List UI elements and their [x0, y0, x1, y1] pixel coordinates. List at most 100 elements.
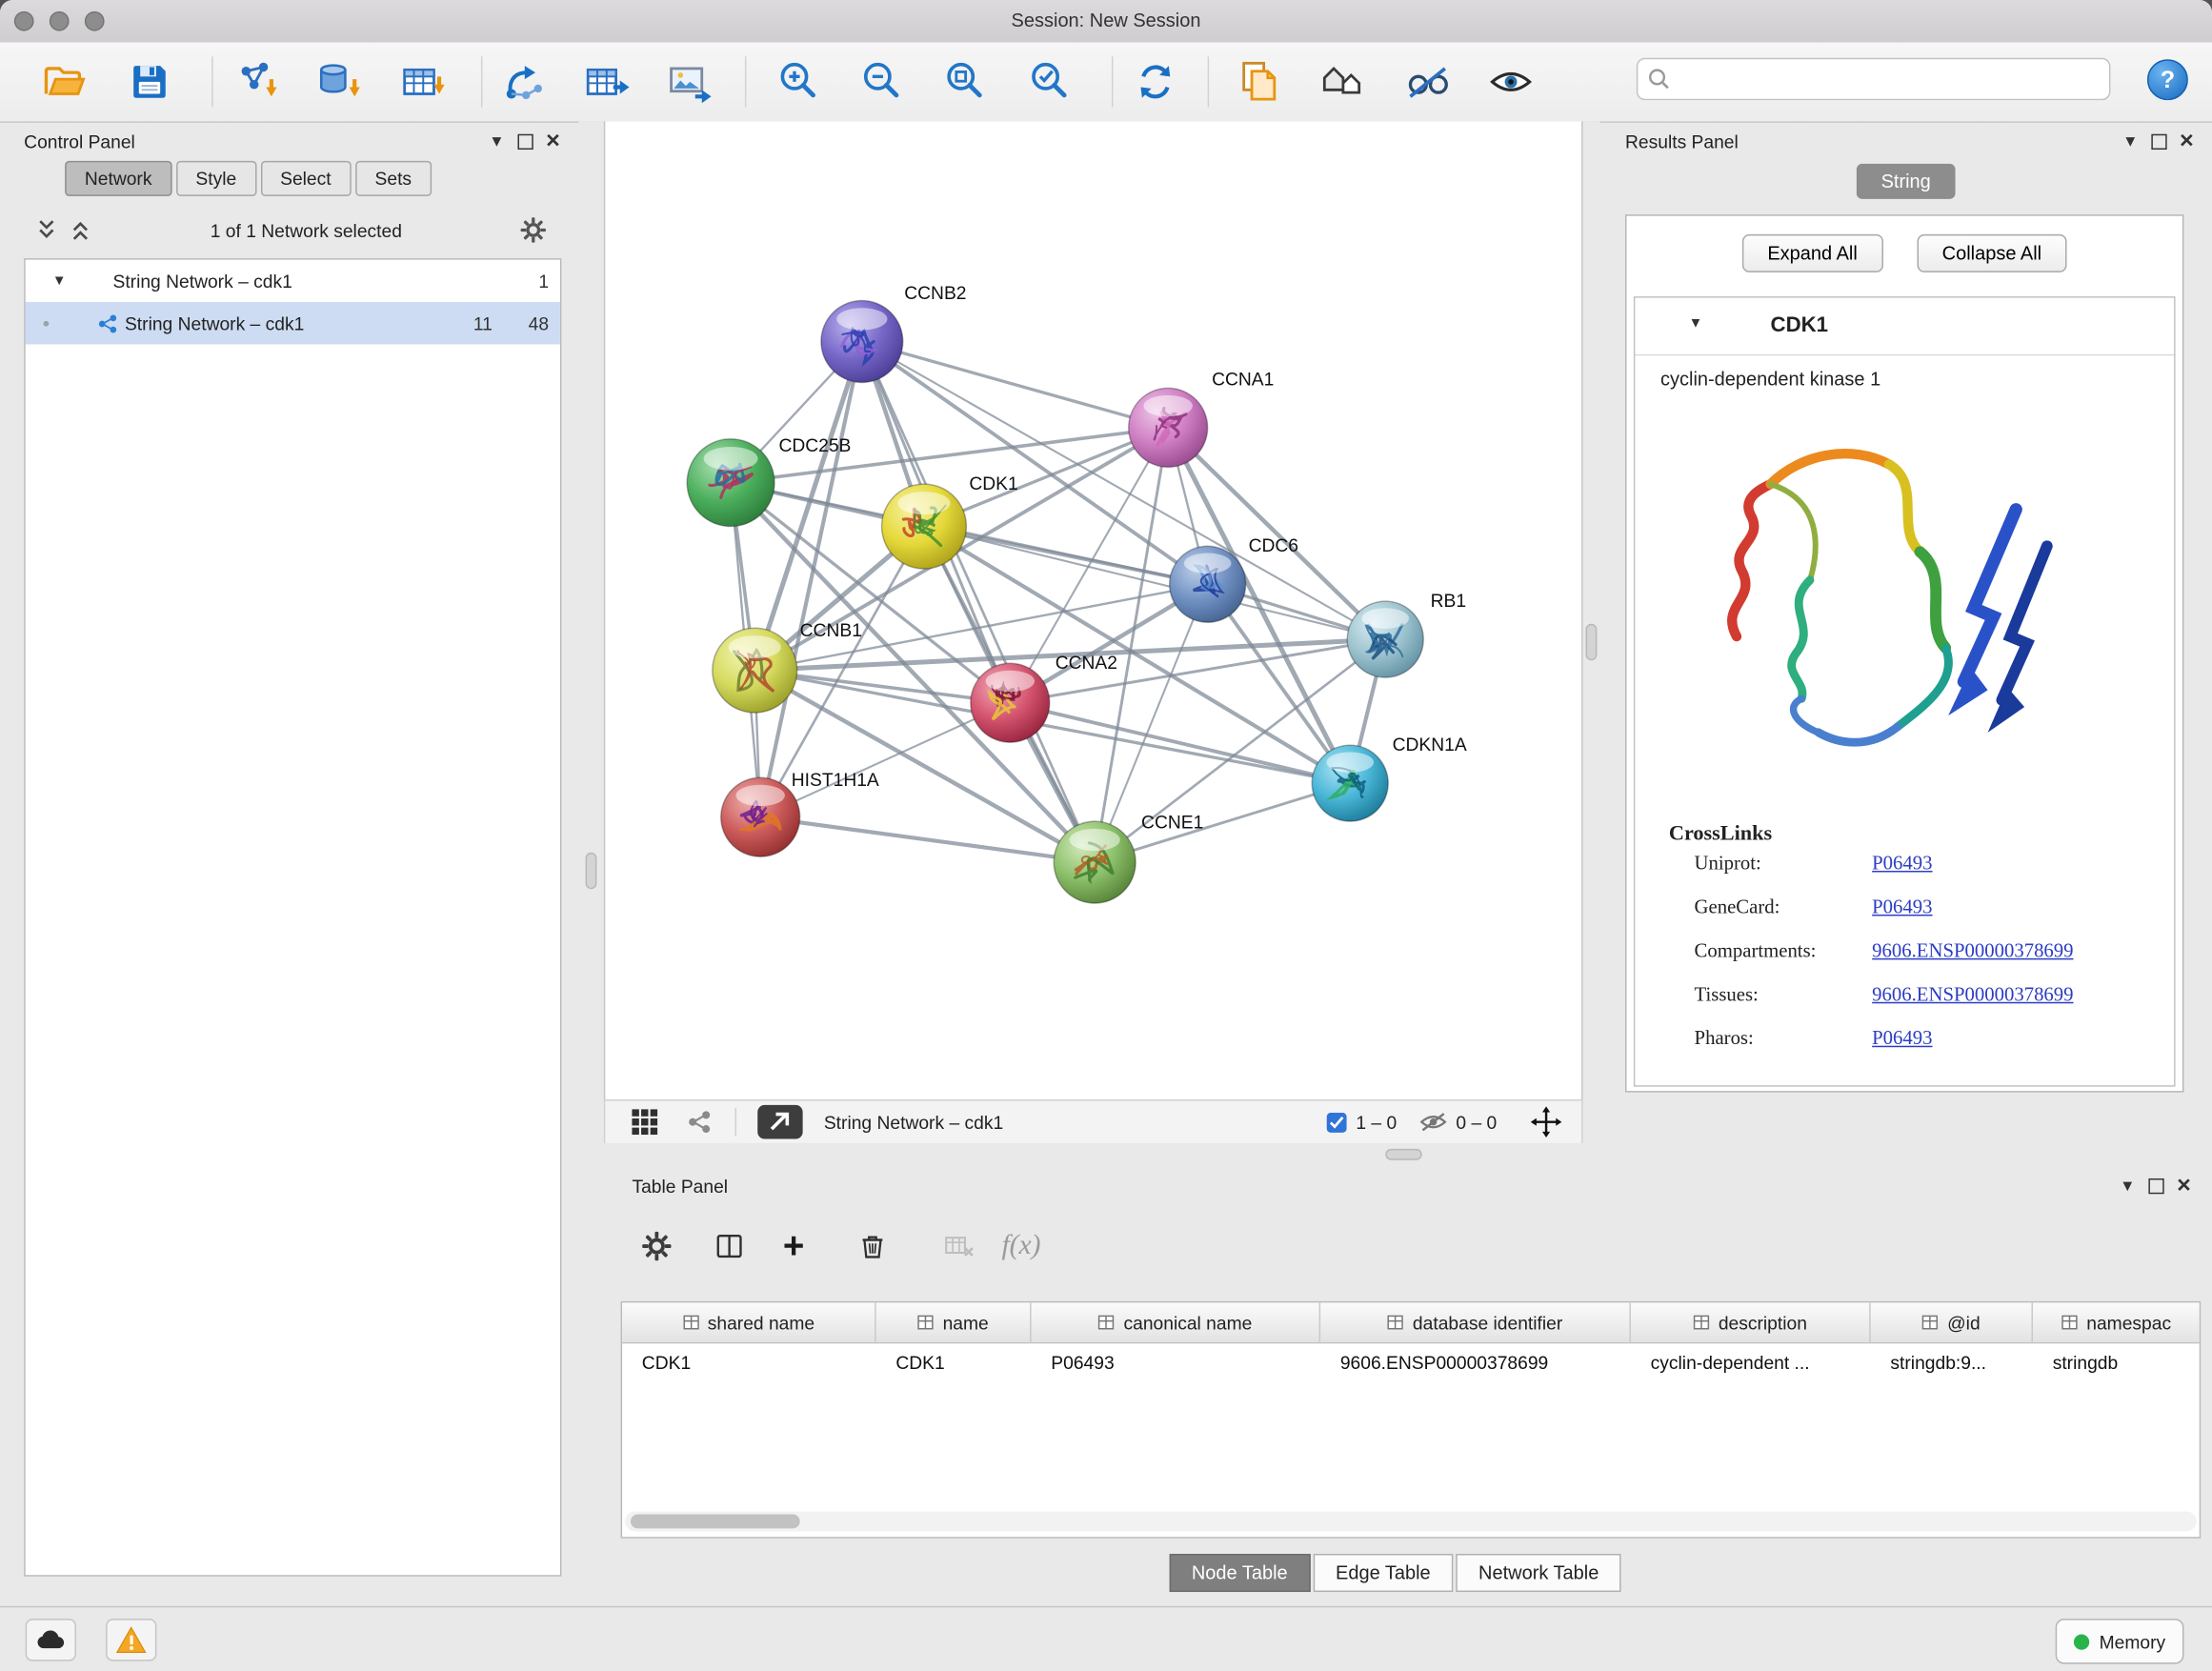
tab-network-table[interactable]: Network Table	[1456, 1554, 1621, 1592]
network-node[interactable]	[687, 439, 774, 527]
right-splitter[interactable]	[1583, 121, 1600, 1143]
column-header[interactable]: database identifier	[1320, 1302, 1631, 1341]
panel-menu-caret-icon[interactable]: ▾	[2118, 130, 2143, 152]
network-node[interactable]	[1312, 745, 1388, 821]
left-splitter[interactable]	[578, 121, 604, 1143]
crosslink-genecard[interactable]: P06493	[1872, 897, 1932, 920]
search-input[interactable]	[1680, 67, 2109, 91]
cell-namespace[interactable]: stringdb	[2033, 1343, 2200, 1382]
expand-all-button[interactable]: Expand All	[1742, 234, 1883, 272]
panel-float-icon[interactable]	[2151, 133, 2166, 149]
hidden-eye-slash-icon[interactable]	[1419, 1111, 1448, 1134]
zoom-selected-button[interactable]	[1017, 50, 1082, 114]
network-options-gear-icon[interactable]	[519, 216, 548, 245]
cell-description[interactable]: cyclin-dependent ...	[1631, 1343, 1871, 1382]
import-network-file-button[interactable]	[224, 50, 289, 114]
selected-checkbox-icon[interactable]	[1326, 1112, 1347, 1133]
network-canvas[interactable]: CCNB2CCNA1CDC25BCDK1CDC6RB1CCNB1CCNA2CDK…	[604, 121, 1583, 1099]
network-node[interactable]	[1054, 821, 1136, 903]
network-tree-root-row[interactable]: ▼ String Network – cdk1 1	[26, 260, 560, 302]
network-node[interactable]	[821, 301, 903, 383]
show-columns-button[interactable]	[713, 1229, 747, 1263]
function-builder-button[interactable]: f(x)	[1001, 1230, 1040, 1262]
panel-menu-caret-icon[interactable]: ▾	[484, 130, 510, 152]
tab-select[interactable]: Select	[260, 161, 351, 196]
network-node[interactable]	[721, 777, 800, 856]
collapse-all-button[interactable]: Collapse All	[1917, 234, 2067, 272]
tab-network[interactable]: Network	[65, 161, 171, 196]
panel-close-icon[interactable]: ×	[2176, 132, 2199, 150]
memory-button[interactable]: Memory	[2056, 1619, 2184, 1663]
tab-style[interactable]: Style	[176, 161, 256, 196]
open-external-button[interactable]	[756, 1103, 804, 1140]
zoom-out-button[interactable]	[850, 50, 915, 114]
panel-close-icon[interactable]: ×	[542, 132, 565, 150]
cell-id[interactable]: stringdb:9...	[1871, 1343, 2033, 1382]
table-horizontal-scrollbar[interactable]	[625, 1512, 2197, 1532]
panel-float-icon[interactable]	[517, 133, 533, 149]
column-header[interactable]: namespac	[2033, 1302, 2200, 1341]
pan-crosshair-icon[interactable]	[1531, 1106, 1562, 1137]
home-button[interactable]	[1312, 50, 1377, 114]
table-settings-button[interactable]	[640, 1230, 673, 1262]
crosslink-pharos[interactable]: P06493	[1872, 1029, 1932, 1052]
horizontal-splitter-handle[interactable]	[1385, 1149, 1422, 1160]
cell-shared-name[interactable]: CDK1	[622, 1343, 876, 1382]
cell-canonical-name[interactable]: P06493	[1032, 1343, 1321, 1382]
help-button[interactable]: ?	[2147, 59, 2188, 100]
birdseye-view-button[interactable]	[1478, 50, 1543, 114]
column-header[interactable]: canonical name	[1032, 1302, 1321, 1341]
delete-column-button[interactable]	[856, 1230, 889, 1262]
network-graph[interactable]: CCNB2CCNA1CDC25BCDK1CDC6RB1CCNB1CCNA2CDK…	[605, 121, 1581, 1097]
documents-button[interactable]	[1227, 50, 1292, 114]
export-table-button[interactable]	[574, 50, 639, 114]
tab-sets[interactable]: Sets	[355, 161, 432, 196]
panel-close-icon[interactable]: ×	[2173, 1177, 2196, 1194]
crosslink-uniprot[interactable]: P06493	[1872, 854, 1932, 876]
tab-node-table[interactable]: Node Table	[1169, 1554, 1310, 1592]
share-view-icon[interactable]	[687, 1109, 713, 1135]
import-table-button[interactable]	[391, 50, 455, 114]
network-node[interactable]	[1347, 601, 1423, 677]
apply-layout-button[interactable]	[1123, 50, 1188, 114]
scrollbar-thumb[interactable]	[631, 1515, 800, 1529]
horizontal-splitter[interactable]	[578, 1143, 2212, 1166]
panel-float-icon[interactable]	[2148, 1178, 2163, 1193]
table-row[interactable]: CDK1 CDK1 P06493 9606.ENSP00000378699 cy…	[622, 1343, 2200, 1382]
network-node[interactable]	[1129, 388, 1208, 467]
network-tree-child-row[interactable]: ● String Network – cdk1 11 48	[26, 302, 560, 344]
grid-view-icon[interactable]	[631, 1108, 659, 1137]
network-node[interactable]	[1170, 546, 1246, 622]
cell-name[interactable]: CDK1	[876, 1343, 1032, 1382]
right-splitter-handle[interactable]	[1586, 624, 1598, 661]
column-header[interactable]: @id	[1871, 1302, 2033, 1341]
save-session-button[interactable]	[117, 50, 182, 114]
section-collapse-triangle-icon[interactable]: ▼	[1689, 316, 1703, 332]
search-field[interactable]	[1637, 58, 2111, 100]
cloud-status-button[interactable]	[26, 1619, 76, 1661]
crosslink-compartments[interactable]: 9606.ENSP00000378699	[1872, 941, 2073, 964]
import-network-database-button[interactable]	[306, 50, 371, 114]
network-node[interactable]	[971, 663, 1050, 742]
left-splitter-handle[interactable]	[586, 853, 597, 890]
column-header[interactable]: shared name	[622, 1302, 876, 1341]
collapse-all-icon[interactable]	[34, 217, 60, 243]
tab-string[interactable]: String	[1857, 164, 1955, 199]
column-header[interactable]: description	[1631, 1302, 1871, 1341]
add-column-button[interactable]: +	[783, 1224, 804, 1268]
cell-database-identifier[interactable]: 9606.ENSP00000378699	[1320, 1343, 1631, 1382]
graphics-details-button[interactable]	[1396, 50, 1460, 114]
delete-table-button-disabled[interactable]	[942, 1229, 976, 1263]
open-session-button[interactable]	[31, 50, 96, 114]
export-image-button[interactable]	[657, 50, 722, 114]
expand-all-icon[interactable]	[68, 217, 93, 243]
tree-collapse-triangle-icon[interactable]: ▼	[45, 273, 73, 289]
export-network-button[interactable]	[491, 50, 555, 114]
zoom-in-button[interactable]	[766, 50, 831, 114]
network-node[interactable]	[713, 628, 797, 713]
warnings-button[interactable]	[106, 1619, 156, 1661]
crosslink-tissues[interactable]: 9606.ENSP00000378699	[1872, 985, 2073, 1008]
column-header[interactable]: name	[876, 1302, 1032, 1341]
network-node[interactable]	[882, 484, 967, 569]
tab-edge-table[interactable]: Edge Table	[1313, 1554, 1453, 1592]
